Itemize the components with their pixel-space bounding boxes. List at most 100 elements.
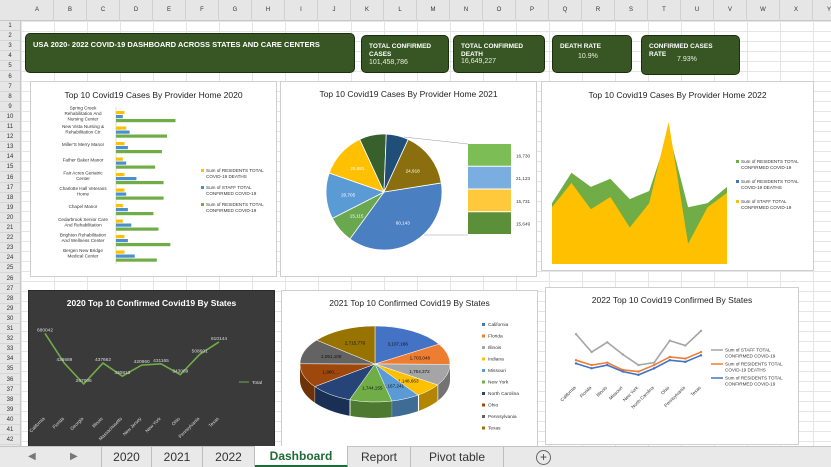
column-header[interactable]: R bbox=[582, 0, 615, 21]
category-label: Pennsylvania bbox=[178, 416, 201, 439]
row-header[interactable]: 9 bbox=[0, 102, 20, 112]
row-header[interactable]: 38 bbox=[0, 395, 20, 405]
legend-label: COVID-19 DEATHS bbox=[725, 368, 766, 373]
kpi-label: TOTAL CONFIRMED CASES bbox=[369, 43, 432, 58]
row-header[interactable]: 28 bbox=[0, 294, 20, 304]
column-header[interactable]: I bbox=[285, 0, 318, 21]
column-header[interactable]: F bbox=[186, 0, 219, 21]
column-header[interactable]: J bbox=[318, 0, 351, 21]
row-header[interactable]: 39 bbox=[0, 405, 20, 415]
row-header[interactable]: 2 bbox=[0, 31, 20, 42]
chart-states-2020[interactable]: 2020 Top 10 Confirmed Covid19 By States … bbox=[28, 290, 275, 447]
row-header[interactable]: 8 bbox=[0, 92, 20, 102]
row-header[interactable]: 30 bbox=[0, 314, 20, 324]
chart-states-2022[interactable]: 2022 Top 10 Covid19 Confirmed By States … bbox=[545, 287, 799, 445]
column-header[interactable]: Q bbox=[549, 0, 582, 21]
row-header[interactable]: 18 bbox=[0, 193, 20, 203]
column-header[interactable]: C bbox=[87, 0, 120, 21]
row-header[interactable]: 16 bbox=[0, 173, 20, 183]
slice-label: 1,960,... bbox=[322, 369, 339, 374]
row-header[interactable]: 21 bbox=[0, 223, 20, 233]
legend-label: Sum of RESIDENTS TOTAL bbox=[725, 376, 783, 381]
column-header[interactable]: L bbox=[384, 0, 417, 21]
row-header[interactable]: 26 bbox=[0, 274, 20, 284]
column-header[interactable]: G bbox=[219, 0, 252, 21]
column-header[interactable]: U bbox=[681, 0, 714, 21]
data-point bbox=[637, 363, 640, 367]
row-header[interactable]: 22 bbox=[0, 233, 20, 244]
column-header[interactable]: V bbox=[714, 0, 747, 21]
column-header[interactable]: W bbox=[747, 0, 780, 21]
scroll-left-icon[interactable]: ◀ bbox=[28, 451, 36, 462]
category-label: And Rehabilitation bbox=[64, 222, 102, 227]
bar bbox=[116, 219, 123, 223]
legend-label: Sum of STAFF TOTAL bbox=[206, 185, 252, 190]
column-header[interactable]: T bbox=[648, 0, 681, 21]
column-header[interactable]: E bbox=[153, 0, 186, 21]
scroll-right-icon[interactable]: ▶ bbox=[70, 451, 78, 462]
sheet-tab[interactable]: 2021 bbox=[152, 447, 203, 467]
category-label: New York bbox=[144, 416, 162, 434]
row-header[interactable]: 27 bbox=[0, 284, 20, 294]
data-label: 436689 bbox=[56, 357, 72, 363]
row-header[interactable]: 7 bbox=[0, 82, 20, 92]
row-header[interactable]: 1 bbox=[0, 21, 20, 31]
add-sheet-button[interactable]: + bbox=[536, 450, 551, 465]
column-header[interactable]: Y bbox=[813, 0, 831, 21]
column-header[interactable]: K bbox=[351, 0, 384, 21]
row-header[interactable]: 23 bbox=[0, 243, 20, 254]
row-header[interactable]: 10 bbox=[0, 112, 20, 122]
row-header[interactable]: 31 bbox=[0, 324, 20, 334]
row-header[interactable]: 5 bbox=[0, 61, 20, 72]
sheet-tab-active[interactable]: Dashboard bbox=[255, 446, 348, 467]
column-header[interactable]: O bbox=[483, 0, 516, 21]
column-header[interactable]: A bbox=[21, 0, 54, 21]
row-header[interactable]: 34 bbox=[0, 354, 20, 365]
column-header[interactable]: M bbox=[417, 0, 450, 21]
row-header[interactable]: 40 bbox=[0, 415, 20, 425]
row-header[interactable]: 19 bbox=[0, 203, 20, 213]
category-label: Nursing Center bbox=[68, 117, 99, 122]
row-header[interactable]: 12 bbox=[0, 132, 20, 143]
row-header[interactable]: 4 bbox=[0, 51, 20, 62]
legend-label: Florida bbox=[488, 334, 503, 340]
data-point bbox=[637, 373, 640, 377]
row-header[interactable]: 33 bbox=[0, 344, 20, 355]
row-header[interactable]: 41 bbox=[0, 425, 20, 435]
row-header[interactable]: 15 bbox=[0, 162, 20, 173]
row-header[interactable]: 37 bbox=[0, 385, 20, 395]
chart-provider-2021[interactable]: Top 10 Covid19 Cases By Provider Home 20… bbox=[280, 81, 537, 277]
data-label: 343089 bbox=[172, 369, 188, 375]
row-header[interactable]: 20 bbox=[0, 213, 20, 223]
row-header[interactable]: 32 bbox=[0, 334, 20, 345]
row-header[interactable]: 6 bbox=[0, 72, 20, 82]
row-header[interactable]: 36 bbox=[0, 375, 20, 385]
column-header[interactable]: N bbox=[450, 0, 483, 21]
chart-provider-2020[interactable]: Top 10 Covid19 Cases By Provider Home 20… bbox=[30, 81, 277, 277]
chart-states-2021[interactable]: 2021 Top 10 Confirmed Covid19 By States … bbox=[281, 290, 538, 447]
chart-provider-2022[interactable]: Top 10 Covid19 Cases By Provider Home 20… bbox=[541, 81, 814, 271]
row-header[interactable]: 3 bbox=[0, 41, 20, 52]
row-header[interactable]: 25 bbox=[0, 263, 20, 274]
row-header[interactable]: 29 bbox=[0, 304, 20, 314]
column-header[interactable]: B bbox=[54, 0, 87, 21]
legend-swatch bbox=[201, 203, 204, 206]
sheet-tab[interactable]: Report bbox=[348, 447, 411, 467]
column-header[interactable]: H bbox=[252, 0, 285, 21]
row-header[interactable]: 35 bbox=[0, 364, 20, 375]
row-header[interactable]: 42 bbox=[0, 435, 20, 446]
row-header[interactable]: 13 bbox=[0, 142, 20, 153]
column-header[interactable]: X bbox=[780, 0, 813, 21]
data-point bbox=[606, 361, 609, 364]
row-header[interactable]: 11 bbox=[0, 122, 20, 132]
sheet-tab[interactable]: Pivot table bbox=[411, 447, 504, 467]
sheet-tab[interactable]: 2022 bbox=[203, 447, 255, 467]
row-header[interactable]: 17 bbox=[0, 183, 20, 193]
column-header[interactable]: D bbox=[120, 0, 153, 21]
column-header[interactable]: S bbox=[615, 0, 648, 21]
row-header[interactable]: 24 bbox=[0, 253, 20, 264]
sheet-tab[interactable]: 2020 bbox=[101, 447, 152, 467]
legend-swatch bbox=[482, 426, 485, 430]
row-header[interactable]: 14 bbox=[0, 152, 20, 163]
column-header[interactable]: P bbox=[516, 0, 549, 21]
